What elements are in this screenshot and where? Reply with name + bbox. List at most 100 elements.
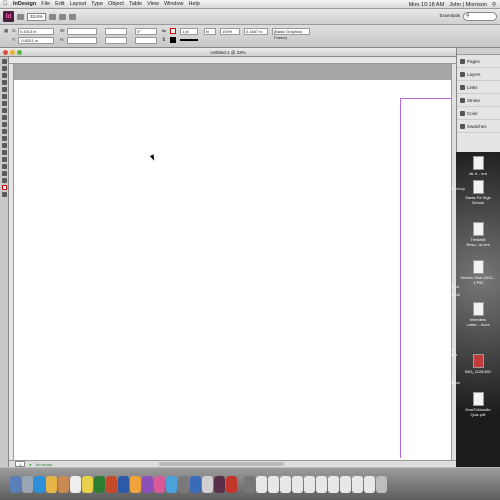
- document-thumbnail[interactable]: [352, 475, 363, 493]
- zoom-tool-icon[interactable]: [2, 178, 7, 183]
- itunes-icon[interactable]: [142, 475, 153, 493]
- fx-icon[interactable]: fx: [204, 28, 216, 35]
- x-field[interactable]: 0.4313 in: [18, 28, 54, 35]
- panel-swatches[interactable]: Swatches: [457, 120, 500, 133]
- free-transform-tool-icon[interactable]: [2, 143, 7, 148]
- screen-mode-tool-icon[interactable]: [2, 192, 7, 197]
- menu-view[interactable]: View: [147, 1, 159, 7]
- panel-stroke[interactable]: Stroke: [457, 94, 500, 107]
- powerpoint-icon[interactable]: [106, 475, 117, 493]
- opacity-field[interactable]: 100%: [220, 28, 240, 35]
- horizontal-scrollbar-thumb[interactable]: [159, 462, 284, 466]
- panel-dock-header[interactable]: [457, 48, 500, 55]
- y-field[interactable]: -0.8201 in: [18, 37, 54, 44]
- user-name[interactable]: John | Morrison: [449, 2, 487, 8]
- desktop-file[interactable]: IMG_1128.MO: [460, 354, 496, 374]
- stroke-type-preview[interactable]: [180, 39, 198, 41]
- menu-layout[interactable]: Layout: [70, 1, 87, 7]
- photo-booth-icon[interactable]: [154, 475, 165, 493]
- app-menu[interactable]: InDesign: [13, 1, 36, 7]
- app-store-icon[interactable]: [166, 475, 177, 493]
- preflight-status[interactable]: No errors: [36, 462, 53, 467]
- launchpad-icon[interactable]: [22, 475, 33, 493]
- desktop-file[interactable]: Screen Shot 2013... 4 PM: [460, 260, 496, 285]
- desktop-file[interactable]: Interview Letter....docx: [460, 302, 496, 327]
- document-thumbnail[interactable]: [280, 475, 291, 493]
- bridge-icon[interactable]: [17, 13, 24, 20]
- fill-swatch[interactable]: [170, 28, 176, 34]
- desktop-file[interactable]: Santa Fe High School: [460, 180, 496, 205]
- menu-help[interactable]: Help: [189, 1, 200, 7]
- menu-file[interactable]: File: [41, 1, 50, 7]
- spotlight-icon[interactable]: ⚲: [492, 2, 496, 8]
- arrange-documents-icon[interactable]: [68, 13, 76, 20]
- scissors-tool-icon[interactable]: [2, 136, 7, 141]
- close-window-button[interactable]: [3, 50, 8, 55]
- selection-tool-icon[interactable]: [2, 59, 7, 64]
- menu-table[interactable]: Table: [129, 1, 142, 7]
- rectangle-frame-tool-icon[interactable]: [2, 122, 7, 127]
- gradient-tool-icon[interactable]: [2, 150, 7, 155]
- safari-icon[interactable]: [34, 475, 45, 493]
- mail-icon[interactable]: [46, 475, 57, 493]
- document-thumbnail[interactable]: [292, 475, 303, 493]
- document-thumbnail[interactable]: [328, 475, 339, 493]
- outlook-icon[interactable]: [130, 475, 141, 493]
- object-style-dropdown[interactable]: [Basic Graphics Frame]: [272, 28, 310, 40]
- horizontal-ruler[interactable]: [9, 57, 456, 64]
- note-tool-icon[interactable]: [2, 157, 7, 162]
- document-thumbnail[interactable]: [316, 475, 327, 493]
- pencil-tool-icon[interactable]: [2, 115, 7, 120]
- desktop-file[interactable]: dir it... ent: [460, 156, 496, 176]
- word-icon[interactable]: [118, 475, 129, 493]
- line-tool-icon[interactable]: [2, 101, 7, 106]
- zoom-level-field[interactable]: 33.6%: [27, 12, 46, 21]
- panel-layers[interactable]: Layers: [457, 68, 500, 81]
- hand-tool-icon[interactable]: [2, 171, 7, 176]
- menu-object[interactable]: Object: [108, 1, 124, 7]
- desktop-file[interactable]: Treslekit Resu...st.xml: [460, 222, 496, 247]
- document-thumbnail[interactable]: [364, 475, 375, 493]
- photoshop-icon[interactable]: [190, 475, 201, 493]
- screen-mode-icon[interactable]: [58, 13, 66, 20]
- system-preferences-icon[interactable]: [178, 475, 189, 493]
- search-field[interactable]: ⚲: [463, 12, 497, 21]
- panel-pages[interactable]: Pages: [457, 55, 500, 68]
- panel-color[interactable]: Color: [457, 107, 500, 120]
- document-thumbnail[interactable]: [304, 475, 315, 493]
- menu-edit[interactable]: Edit: [55, 1, 64, 7]
- document-thumbnail[interactable]: [268, 475, 279, 493]
- desktop-file[interactable]: HowToNoodle Quiz.pdf: [460, 392, 496, 417]
- document-thumbnail[interactable]: [256, 475, 267, 493]
- reference-point-icon[interactable]: ▦: [4, 28, 8, 34]
- content-collector-icon[interactable]: [2, 87, 7, 92]
- scale-x-field[interactable]: [105, 28, 127, 35]
- contacts-icon[interactable]: [58, 475, 69, 493]
- page-tool-icon[interactable]: [2, 73, 7, 78]
- menu-window[interactable]: Window: [164, 1, 184, 7]
- direct-selection-tool-icon[interactable]: [2, 66, 7, 71]
- document-thumbnail[interactable]: [340, 475, 351, 493]
- acrobat-icon[interactable]: [226, 475, 237, 493]
- calendar-icon[interactable]: [70, 475, 81, 493]
- height-field[interactable]: [67, 37, 97, 44]
- pasteboard[interactable]: [14, 64, 456, 460]
- pen-tool-icon[interactable]: [2, 108, 7, 113]
- finder-icon[interactable]: [10, 475, 21, 493]
- apple-menu-icon[interactable]: : [3, 1, 9, 7]
- panel-links[interactable]: Links: [457, 81, 500, 94]
- workspace-switcher[interactable]: Essentials: [439, 13, 460, 18]
- menu-type[interactable]: Type: [91, 1, 103, 7]
- zoom-window-button[interactable]: [17, 50, 22, 55]
- corner-size-field[interactable]: 0.1667 in: [244, 28, 268, 35]
- shear-field[interactable]: [135, 37, 157, 44]
- document-page[interactable]: [14, 80, 456, 460]
- trash-icon[interactable]: [376, 475, 387, 493]
- excel-icon[interactable]: [94, 475, 105, 493]
- width-field[interactable]: [67, 28, 97, 35]
- fill-stroke-icon[interactable]: [2, 185, 7, 190]
- notes-icon[interactable]: [82, 475, 93, 493]
- document-tab[interactable]: Untitled-1 @ 33%: [0, 48, 456, 57]
- minimize-window-button[interactable]: [10, 50, 15, 55]
- gap-tool-icon[interactable]: [2, 80, 7, 85]
